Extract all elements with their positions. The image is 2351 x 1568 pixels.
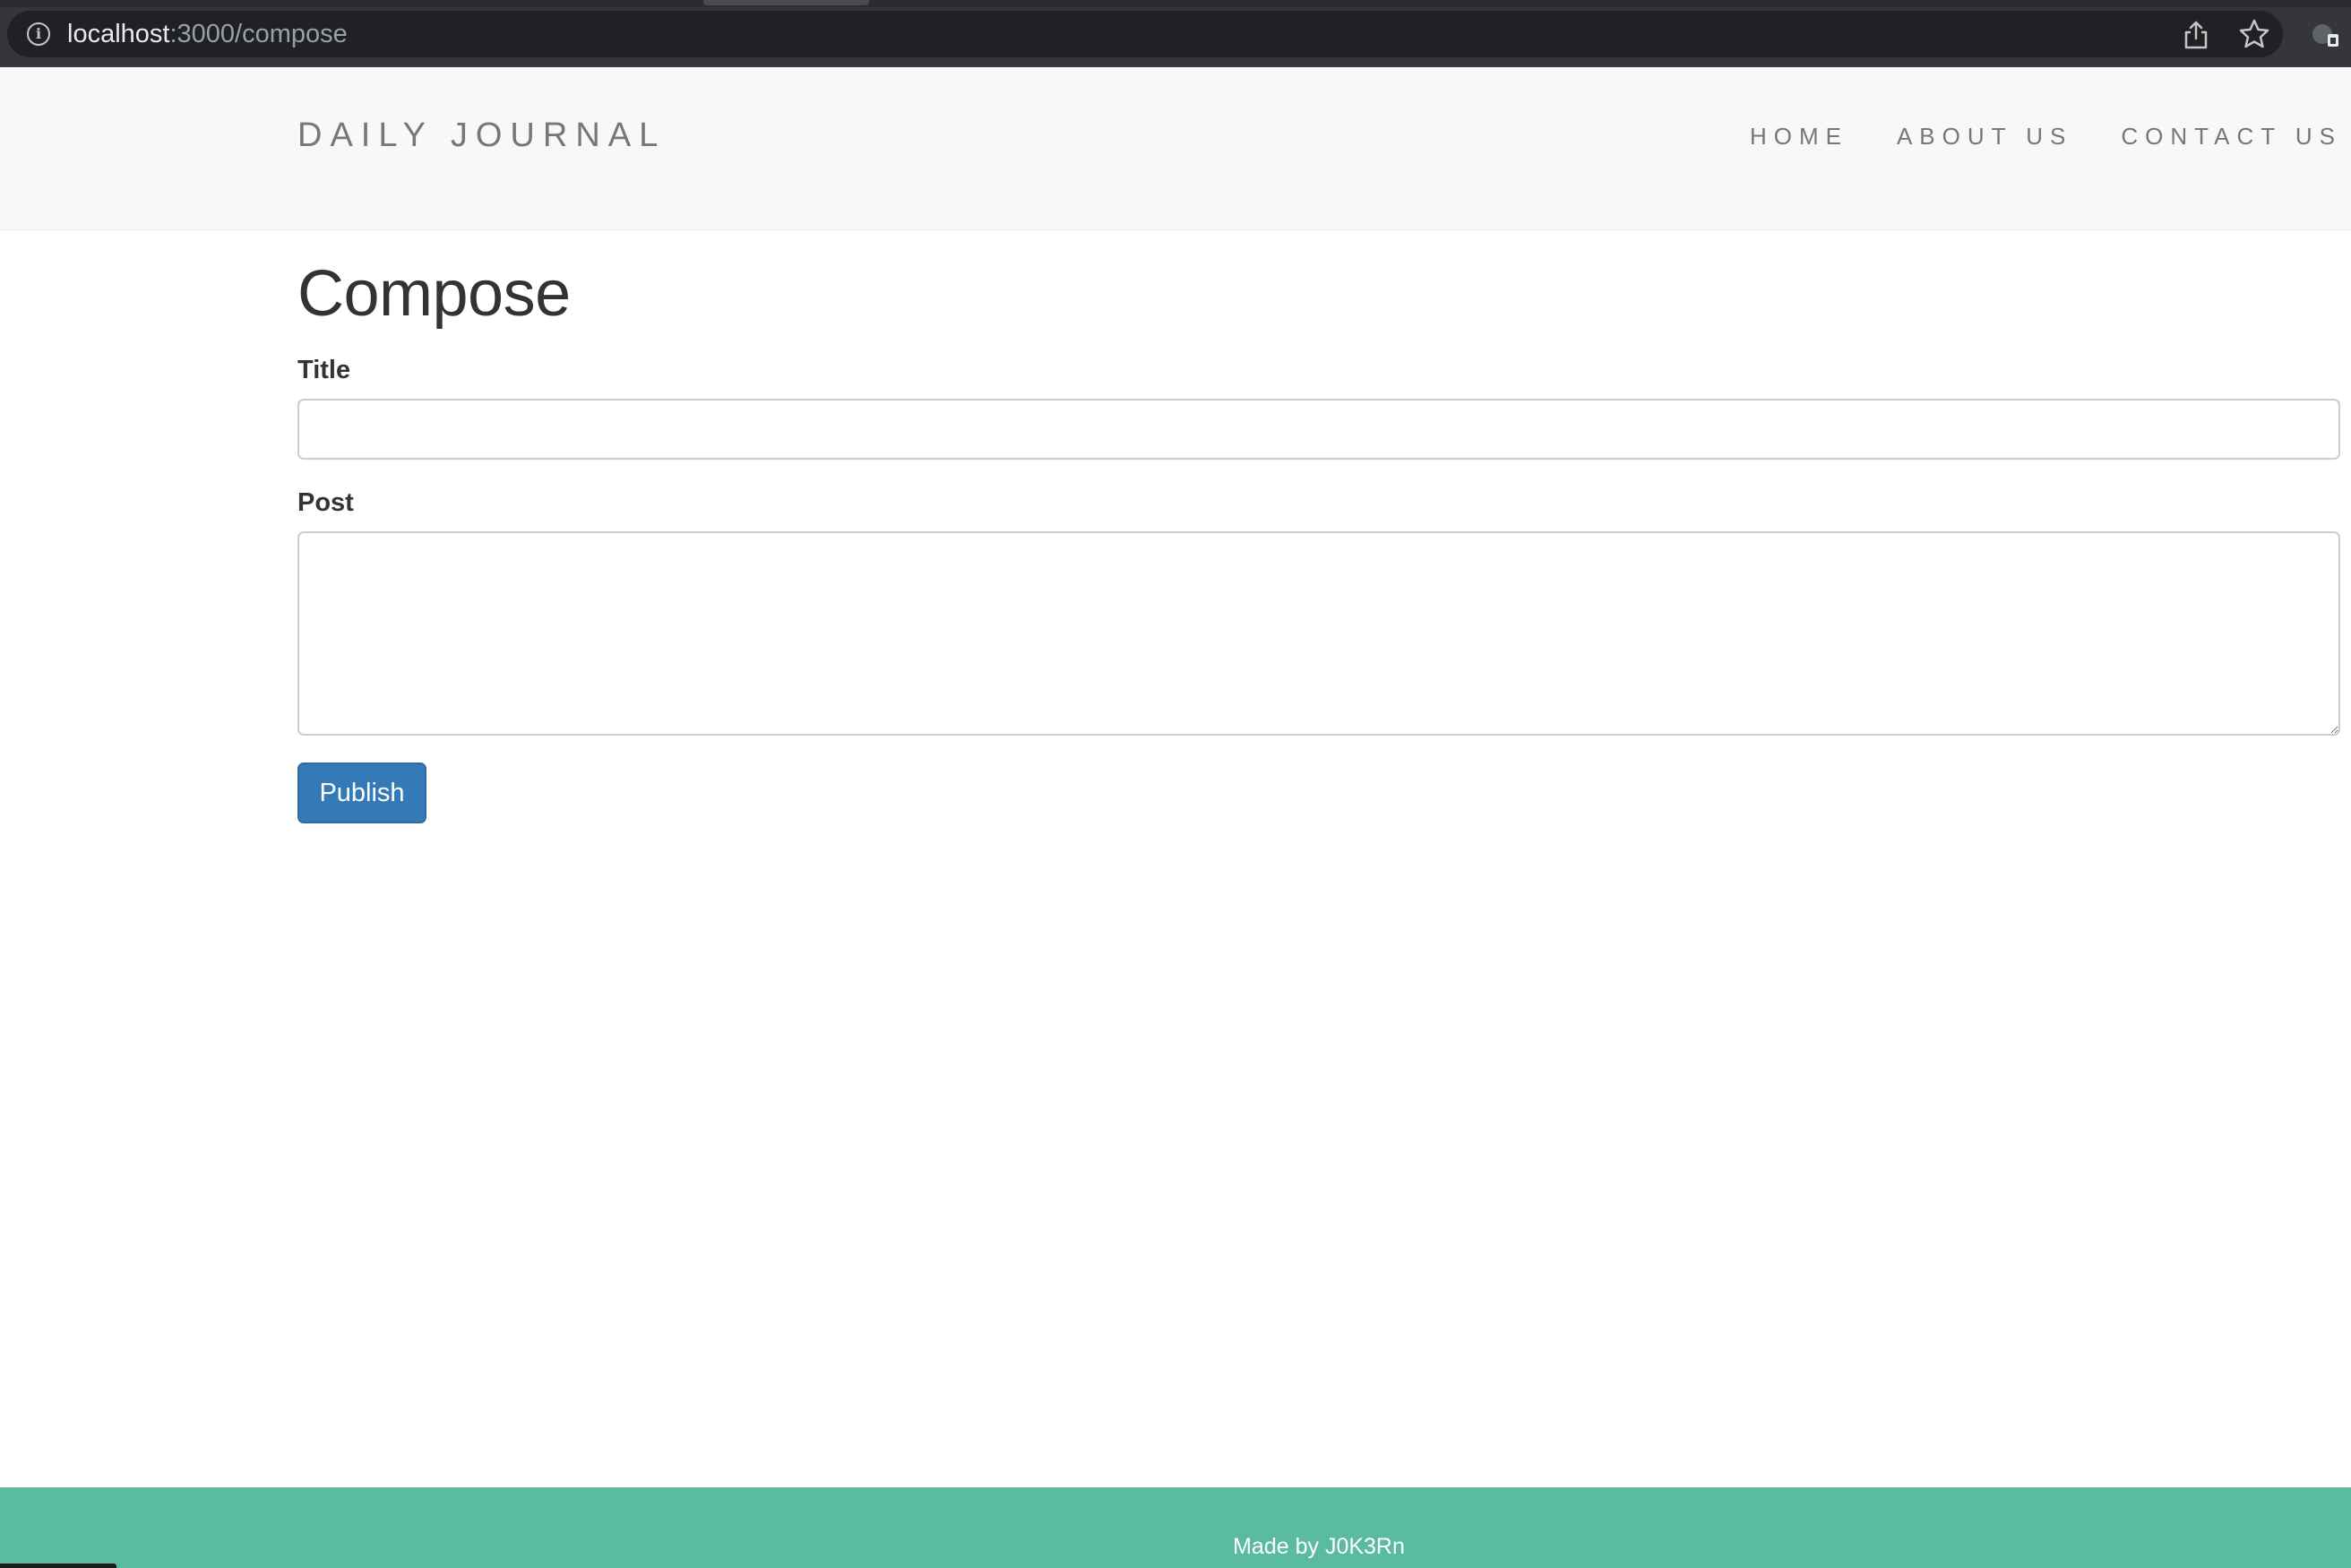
footer-content: Made by J0K3Rn	[0, 1487, 2351, 1568]
share-icon[interactable]	[2183, 20, 2209, 50]
url-text[interactable]: localhost:3000/compose	[67, 16, 348, 52]
info-icon[interactable]: i	[27, 22, 50, 46]
site-header: DAILY JOURNAL HOME ABOUT US CONTACT US	[0, 67, 2351, 230]
footer-credit: Made by J0K3Rn	[1233, 1534, 1405, 1559]
nav-contact-us[interactable]: CONTACT US	[2121, 123, 2342, 151]
dock-edge	[0, 1564, 116, 1568]
star-icon[interactable]	[2238, 18, 2270, 50]
title-label: Title	[297, 356, 351, 384]
tab-strip	[0, 0, 2351, 7]
extension-icon[interactable]	[2310, 22, 2340, 48]
browser-toolbar: i localhost:3000/compose	[0, 0, 2351, 67]
page-title: Compose	[297, 258, 571, 330]
url-host: localhost	[67, 20, 170, 48]
nav-about-us[interactable]: ABOUT US	[1897, 123, 2072, 151]
url-path: :3000/compose	[169, 20, 348, 48]
site-footer: Made by J0K3Rn	[0, 1487, 2351, 1568]
publish-button[interactable]: Publish	[297, 762, 426, 823]
title-input[interactable]	[297, 399, 2340, 460]
brand-logo-text[interactable]: DAILY JOURNAL	[297, 116, 666, 155]
post-label: Post	[297, 488, 354, 517]
main-nav: HOME ABOUT US CONTACT US	[1701, 123, 2342, 151]
address-bar[interactable]	[7, 11, 2283, 57]
active-tab-indicator[interactable]	[703, 0, 869, 5]
nav-home[interactable]: HOME	[1750, 123, 1848, 151]
post-textarea[interactable]	[297, 531, 2340, 736]
